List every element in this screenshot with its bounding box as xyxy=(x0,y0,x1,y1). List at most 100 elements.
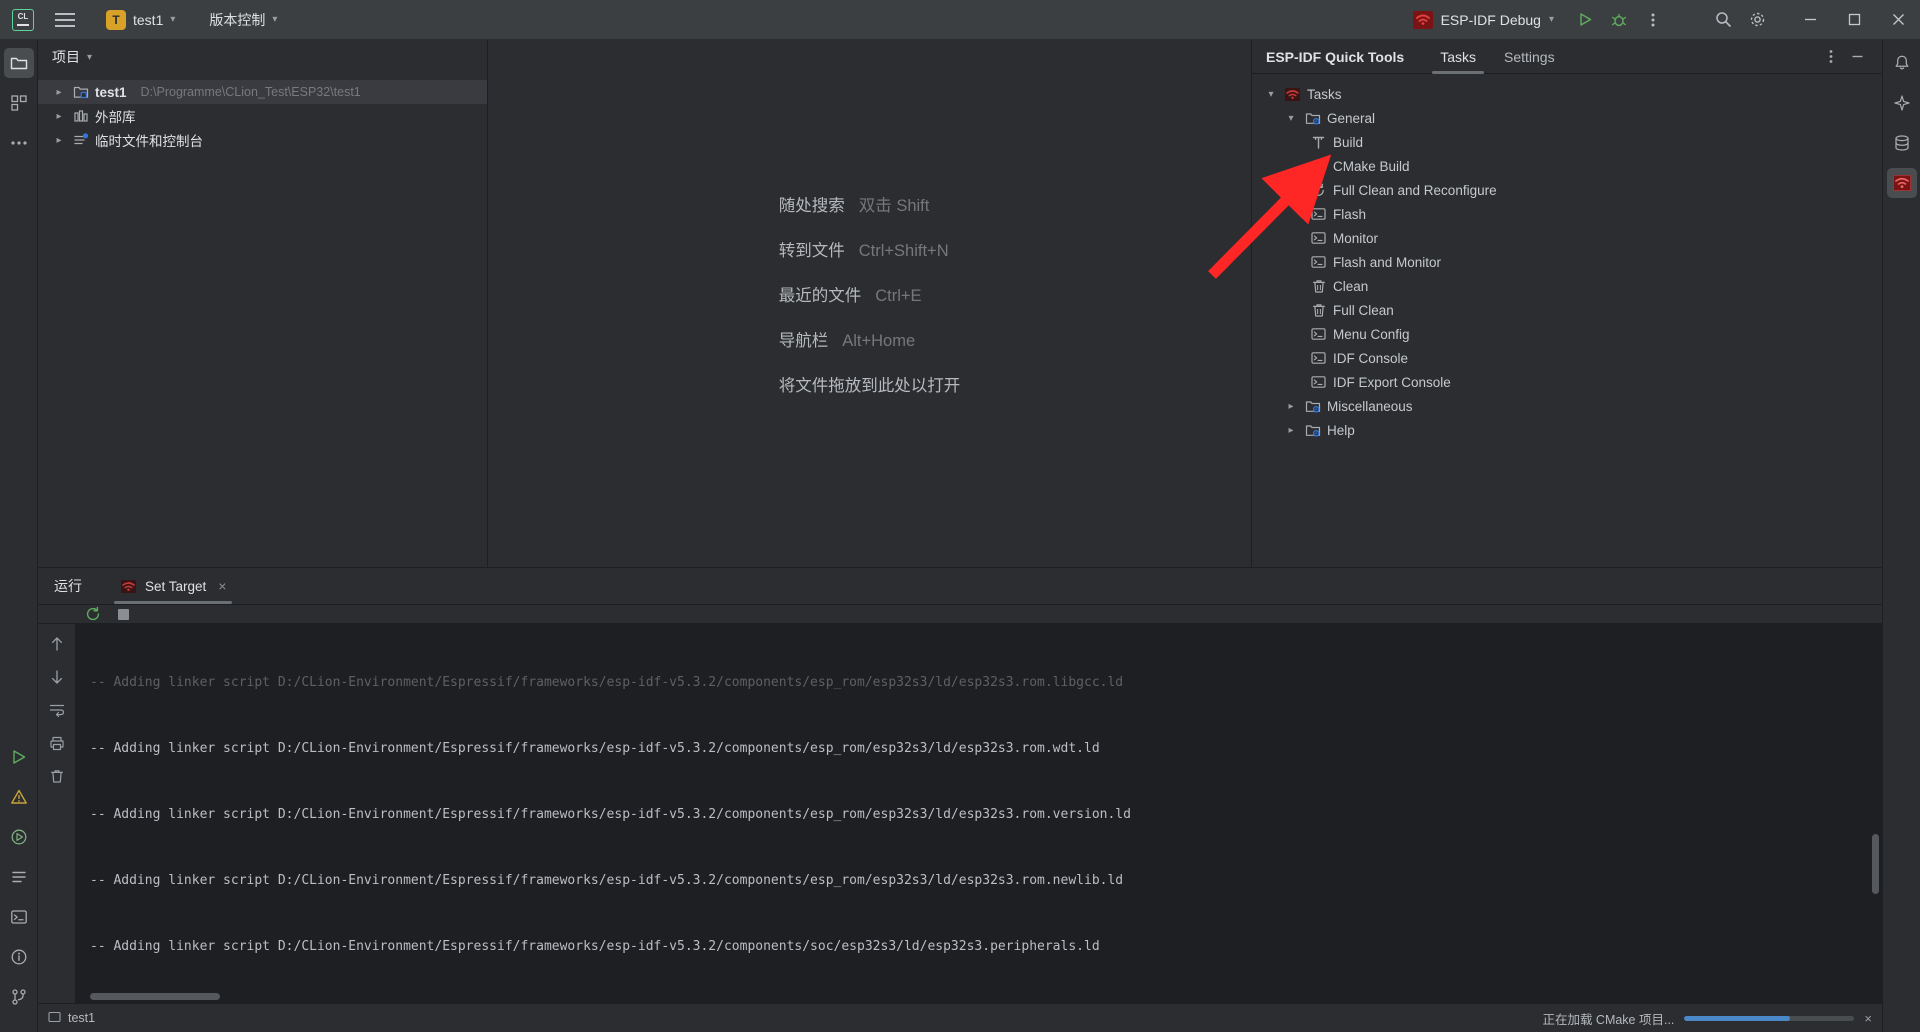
trash-icon xyxy=(1310,302,1327,319)
vcs-selector[interactable]: 版本控制 ▾ xyxy=(201,6,285,34)
main-menu-icon[interactable] xyxy=(48,3,82,37)
esp-task-idf-console[interactable]: IDF Console xyxy=(1252,346,1882,370)
status-project[interactable]: test1 xyxy=(48,1011,95,1026)
search-icon[interactable] xyxy=(1706,3,1740,37)
sidebar-item-project[interactable] xyxy=(3,48,34,78)
esp-task-flash[interactable]: Flash xyxy=(1252,202,1882,226)
esp-task-full-clean[interactable]: Full Clean xyxy=(1252,298,1882,322)
shortcut-action: 最近的文件 xyxy=(778,286,862,305)
database-icon[interactable] xyxy=(1887,128,1917,158)
esp-node-help[interactable]: ▸ Help xyxy=(1252,418,1882,442)
shortcut-hint-row: 转到文件 Ctrl+Shift+N xyxy=(779,237,961,261)
trash-icon xyxy=(1310,278,1327,295)
esp-task-build[interactable]: Build xyxy=(1252,130,1882,154)
folder-gear-icon xyxy=(1304,422,1321,439)
console-vertical-scrollbar[interactable] xyxy=(1872,834,1879,895)
esp-chip-icon xyxy=(1412,10,1433,29)
rerun-icon[interactable] xyxy=(84,605,102,623)
esp-task-menu-config[interactable]: Menu Config xyxy=(1252,322,1882,346)
close-icon[interactable]: × xyxy=(218,578,226,594)
shortcut-hint-row: 最近的文件 Ctrl+E xyxy=(779,282,961,306)
project-panel-header[interactable]: 项目 ▾ xyxy=(38,40,487,74)
tab-settings[interactable]: Settings xyxy=(1490,40,1569,74)
scroll-down-icon[interactable] xyxy=(47,667,67,687)
sidebar-item-notifications[interactable] xyxy=(4,942,34,972)
chevron-down-icon: ▾ xyxy=(87,51,93,63)
folder-gear-icon xyxy=(1304,398,1321,415)
console-side-toolbar xyxy=(38,624,76,1004)
cancel-progress-icon[interactable]: × xyxy=(1864,1011,1872,1026)
console-horizontal-scrollbar[interactable] xyxy=(90,993,220,1001)
project-selector[interactable]: T test1 ▾ xyxy=(98,6,183,34)
run-configuration-selector[interactable]: ESP-IDF Debug ▾ xyxy=(1405,7,1562,33)
tree-node-test1[interactable]: ▸ test1 D:\Programme\CLion_Test\ESP32\te… xyxy=(38,80,487,104)
chevron-down-icon[interactable]: ▾ xyxy=(1264,89,1278,100)
close-button[interactable] xyxy=(1876,0,1920,40)
folder-icon xyxy=(48,1011,61,1026)
notifications-icon[interactable] xyxy=(1887,48,1917,78)
sidebar-item-run[interactable] xyxy=(4,742,34,772)
tree-node-label: 外部库 xyxy=(95,110,136,125)
gear-icon[interactable] xyxy=(1740,3,1774,37)
chevron-down-icon[interactable]: ▾ xyxy=(1284,113,1298,124)
editor-placeholder: 随处搜索 双击 Shift 转到文件 Ctrl+Shift+N 最近的文件 Ct… xyxy=(488,40,1252,568)
tab-label: Settings xyxy=(1504,48,1555,65)
sidebar-item-vcs-branch[interactable] xyxy=(4,982,34,1012)
run-button[interactable] xyxy=(1568,3,1602,37)
chevron-right-icon[interactable]: ▸ xyxy=(1284,401,1298,412)
chevron-right-icon[interactable]: ▸ xyxy=(1284,425,1298,436)
title-bar: CL T test1 ▾ 版本控制 ▾ ESP-IDF Debug ▾ xyxy=(0,0,1920,40)
shortcut-action: 导航栏 xyxy=(778,331,829,350)
clear-all-icon[interactable] xyxy=(47,766,67,786)
debug-button[interactable] xyxy=(1602,3,1636,37)
tab-tasks[interactable]: Tasks xyxy=(1426,40,1490,74)
scratches-icon xyxy=(72,132,89,149)
run-tab-set-target[interactable]: Set Target × xyxy=(110,568,236,605)
esp-node-general[interactable]: ▾ General xyxy=(1252,106,1882,130)
sidebar-item-terminal[interactable] xyxy=(4,902,34,932)
chevron-right-icon[interactable]: ▸ xyxy=(52,111,66,122)
esp-task-clean[interactable]: Clean xyxy=(1252,274,1882,298)
more-actions-icon[interactable] xyxy=(1636,3,1670,37)
shortcut-key: Ctrl+E xyxy=(875,286,922,305)
espidf-tabs: Tasks Settings xyxy=(1426,40,1568,74)
chevron-right-icon[interactable]: ▸ xyxy=(52,135,66,146)
terminal-icon xyxy=(1310,206,1327,223)
print-icon[interactable] xyxy=(47,733,67,753)
shortcut-key: 双击 Shift xyxy=(858,196,930,215)
sidebar-item-more[interactable] xyxy=(4,128,34,158)
shortcut-hint-row: 导航栏 Alt+Home xyxy=(779,327,961,351)
esp-task-cmake-build[interactable]: CMake Build xyxy=(1252,154,1882,178)
esp-task-idf-export-console[interactable]: IDF Export Console xyxy=(1252,370,1882,394)
sidebar-item-services[interactable] xyxy=(4,862,34,892)
minimize-button[interactable] xyxy=(1788,0,1832,40)
tree-node-scratches[interactable]: ▸ 临时文件和控制台 xyxy=(38,128,487,152)
sidebar-item-structure[interactable] xyxy=(4,88,34,118)
sidebar-item-debug[interactable] xyxy=(4,822,34,852)
more-options-icon[interactable] xyxy=(1818,44,1844,70)
tree-node-external-libraries[interactable]: ▸ 外部库 xyxy=(38,104,487,128)
project-badge: T xyxy=(106,9,126,30)
maximize-button[interactable] xyxy=(1832,0,1876,40)
esp-node-tasks[interactable]: ▾ Tasks xyxy=(1252,82,1882,106)
console-output[interactable]: -- Adding linker script D:/CLion-Environ… xyxy=(76,624,1882,1004)
esp-task-label: Build xyxy=(1333,134,1364,150)
sidebar-item-problems[interactable] xyxy=(4,782,34,812)
esp-task-full-clean-and-reconfigure[interactable]: Full Clean and Reconfigure xyxy=(1252,178,1882,202)
scroll-up-icon[interactable] xyxy=(47,634,67,654)
hide-panel-icon[interactable] xyxy=(1844,44,1870,70)
main-body: 项目 ▾ ▸ test1 D:\Programme\CLion_Test\ESP… xyxy=(0,40,1920,1032)
console-line: -- Adding linker script D:/CLion-Environ… xyxy=(90,873,1124,889)
soft-wrap-icon[interactable] xyxy=(47,700,67,720)
espidf-icon[interactable] xyxy=(1886,168,1917,198)
clion-logo: CL xyxy=(12,8,34,31)
stop-icon[interactable] xyxy=(114,605,132,623)
esp-node-label: Tasks xyxy=(1307,86,1342,102)
tree-node-label: 临时文件和控制台 xyxy=(95,134,203,149)
esp-task-flash-and-monitor[interactable]: Flash and Monitor xyxy=(1252,250,1882,274)
tree-node-label: test1 xyxy=(95,84,127,100)
chevron-right-icon[interactable]: ▸ xyxy=(52,87,66,98)
ai-assistant-icon[interactable] xyxy=(1887,88,1917,118)
esp-node-miscellaneous[interactable]: ▸ Miscellaneous xyxy=(1252,394,1882,418)
esp-task-monitor[interactable]: Monitor xyxy=(1252,226,1882,250)
